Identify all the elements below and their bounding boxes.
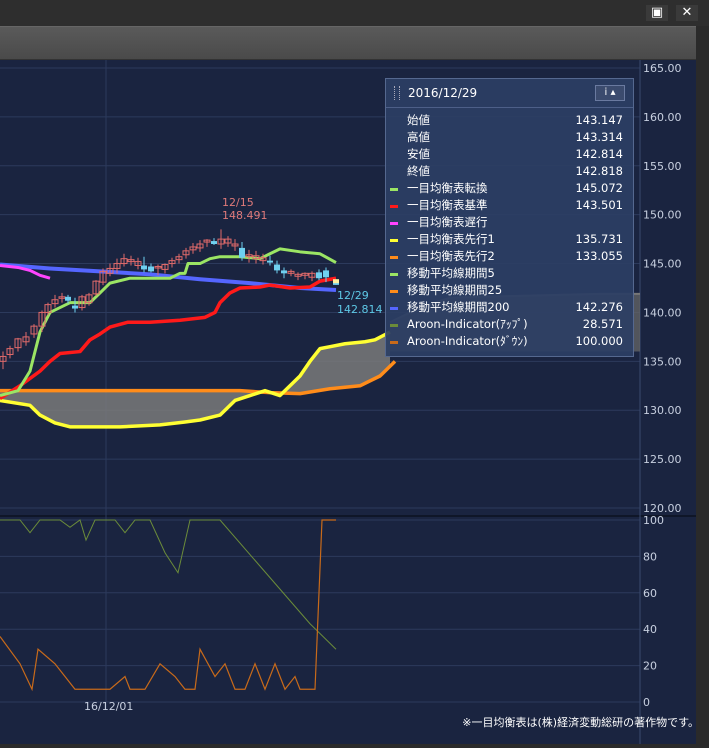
- info-row-label: Aroon-Indicator(ｱｯﾌﾟ): [407, 317, 528, 331]
- info-row-label: 安値: [407, 147, 430, 161]
- info-row-value: 143.147: [575, 113, 623, 127]
- legend-swatch: [390, 307, 398, 310]
- legend-swatch: [390, 256, 398, 259]
- info-row-value: 143.501: [575, 198, 623, 212]
- info-row: 一目均衡表先行2 133.055: [386, 248, 633, 265]
- aroon-tick-label: 0: [643, 696, 650, 709]
- info-row-value: 143.314: [575, 130, 623, 144]
- candle-body: [72, 305, 78, 309]
- price-tick-label: 145.00: [643, 258, 682, 271]
- candle-body: [148, 266, 154, 272]
- current-candle-marker: [333, 279, 339, 284]
- aroon-tick-label: 100: [643, 514, 664, 527]
- price-tick-label: 130.00: [643, 404, 682, 417]
- info-row-label: 高値: [407, 130, 430, 144]
- info-row: 移動平均線期間5: [386, 265, 633, 282]
- info-row-value: 135.731: [575, 232, 623, 246]
- info-row-label: 一目均衡表基準: [407, 198, 488, 212]
- info-row-label: 終値: [407, 164, 430, 178]
- high-value-label: 148.491: [222, 209, 268, 222]
- legend-swatch: [390, 324, 398, 327]
- aroon-tick-label: 40: [643, 623, 657, 636]
- info-row: Aroon-Indicator(ｱｯﾌﾟ) 28.571: [386, 316, 633, 333]
- candle-body: [274, 264, 280, 271]
- info-row-label: 一目均衡表先行1: [407, 232, 495, 246]
- candle-body: [211, 241, 217, 244]
- close-icon: ✕: [681, 5, 693, 20]
- info-row-label: 移動平均線期間5: [407, 266, 495, 280]
- info-row-value: 100.000: [575, 334, 623, 348]
- window-titlebar: ▣ ✕: [0, 0, 709, 26]
- legend-swatch: [390, 222, 398, 225]
- candle-body: [141, 265, 147, 270]
- candle-body: [323, 270, 329, 278]
- low-date-label: 12/29: [337, 289, 369, 302]
- info-row: 安値 142.814: [386, 146, 633, 163]
- info-row-label: 一目均衡表遅行: [407, 215, 488, 229]
- info-panel-header[interactable]: 2016/12/29 i ▴: [386, 79, 633, 108]
- price-tick-label: 125.00: [643, 453, 682, 466]
- info-row-label: 始値: [407, 113, 430, 127]
- info-row: 一目均衡表先行1 135.731: [386, 231, 633, 248]
- info-row: 高値 143.314: [386, 129, 633, 146]
- info-row-label: 一目均衡表転換: [407, 181, 488, 195]
- chart-toolbar: [0, 26, 696, 60]
- info-panel[interactable]: 2016/12/29 i ▴ 始値 143.147 高値 143.314 安値 142.8…: [385, 78, 634, 357]
- candle-body: [281, 270, 287, 274]
- drag-handle-icon[interactable]: [394, 86, 400, 100]
- info-row-value: 142.276: [575, 300, 623, 314]
- info-row-label: 移動平均線期間25: [407, 283, 503, 297]
- panel-divider: [0, 515, 696, 517]
- info-row: Aroon-Indicator(ﾀﾞｳﾝ) 100.000: [386, 333, 633, 350]
- legend-swatch: [390, 341, 398, 344]
- info-panel-date: 2016/12/29: [408, 86, 478, 100]
- info-row-value: 145.072: [575, 181, 623, 195]
- info-row-label: 移動平均線期間200: [407, 300, 510, 314]
- info-row-label: 一目均衡表先行2: [407, 249, 495, 263]
- x-axis-label: 16/12/01: [84, 700, 133, 713]
- price-tick-label: 155.00: [643, 160, 682, 173]
- high-date-label: 12/15: [222, 196, 254, 209]
- legend-swatch: [390, 188, 398, 191]
- price-tick-label: 135.00: [643, 355, 682, 368]
- aroon-tick-label: 60: [643, 587, 657, 600]
- restore-icon: ▣: [650, 5, 664, 20]
- aroon-tick-label: 20: [643, 660, 657, 673]
- aroon-tick-label: 80: [643, 550, 657, 563]
- copyright-notice: ※一目均衡表は(株)経済変動総研の著作物です。: [462, 716, 699, 729]
- legend-swatch: [390, 239, 398, 242]
- info-row-label: Aroon-Indicator(ﾀﾞｳﾝ): [407, 334, 528, 348]
- info-row-value: 28.571: [582, 317, 623, 331]
- price-tick-label: 160.00: [643, 111, 682, 124]
- price-tick-label: 165.00: [643, 62, 682, 75]
- info-row: 一目均衡表転換 145.072: [386, 180, 633, 197]
- low-value-label: 142.814: [337, 303, 383, 316]
- candle-body: [267, 260, 273, 263]
- candle-body: [239, 247, 245, 258]
- info-row: 終値 142.818: [386, 163, 633, 180]
- info-toggle-button[interactable]: i ▴: [595, 85, 625, 101]
- info-row: 移動平均線期間200 142.276: [386, 299, 633, 316]
- close-button[interactable]: ✕: [676, 5, 698, 21]
- info-panel-rows: 始値 143.147 高値 143.314 安値 142.814 終値 142.818 一目均衡…: [386, 108, 633, 350]
- info-row: 一目均衡表基準 143.501: [386, 197, 633, 214]
- info-row-value: 142.818: [575, 164, 623, 178]
- window-border: [696, 26, 709, 746]
- info-row-value: 142.814: [575, 147, 623, 161]
- info-row: 移動平均線期間25: [386, 282, 633, 299]
- info-row: 始値 143.147: [386, 112, 633, 129]
- price-tick-label: 150.00: [643, 209, 682, 222]
- legend-swatch: [390, 273, 398, 276]
- info-row: 一目均衡表遅行: [386, 214, 633, 231]
- legend-swatch: [390, 205, 398, 208]
- price-tick-label: 140.00: [643, 306, 682, 319]
- restore-button[interactable]: ▣: [646, 5, 668, 21]
- candle-body: [316, 272, 322, 279]
- info-row-value: 133.055: [575, 249, 623, 263]
- candle-body: [65, 296, 71, 301]
- legend-swatch: [390, 290, 398, 293]
